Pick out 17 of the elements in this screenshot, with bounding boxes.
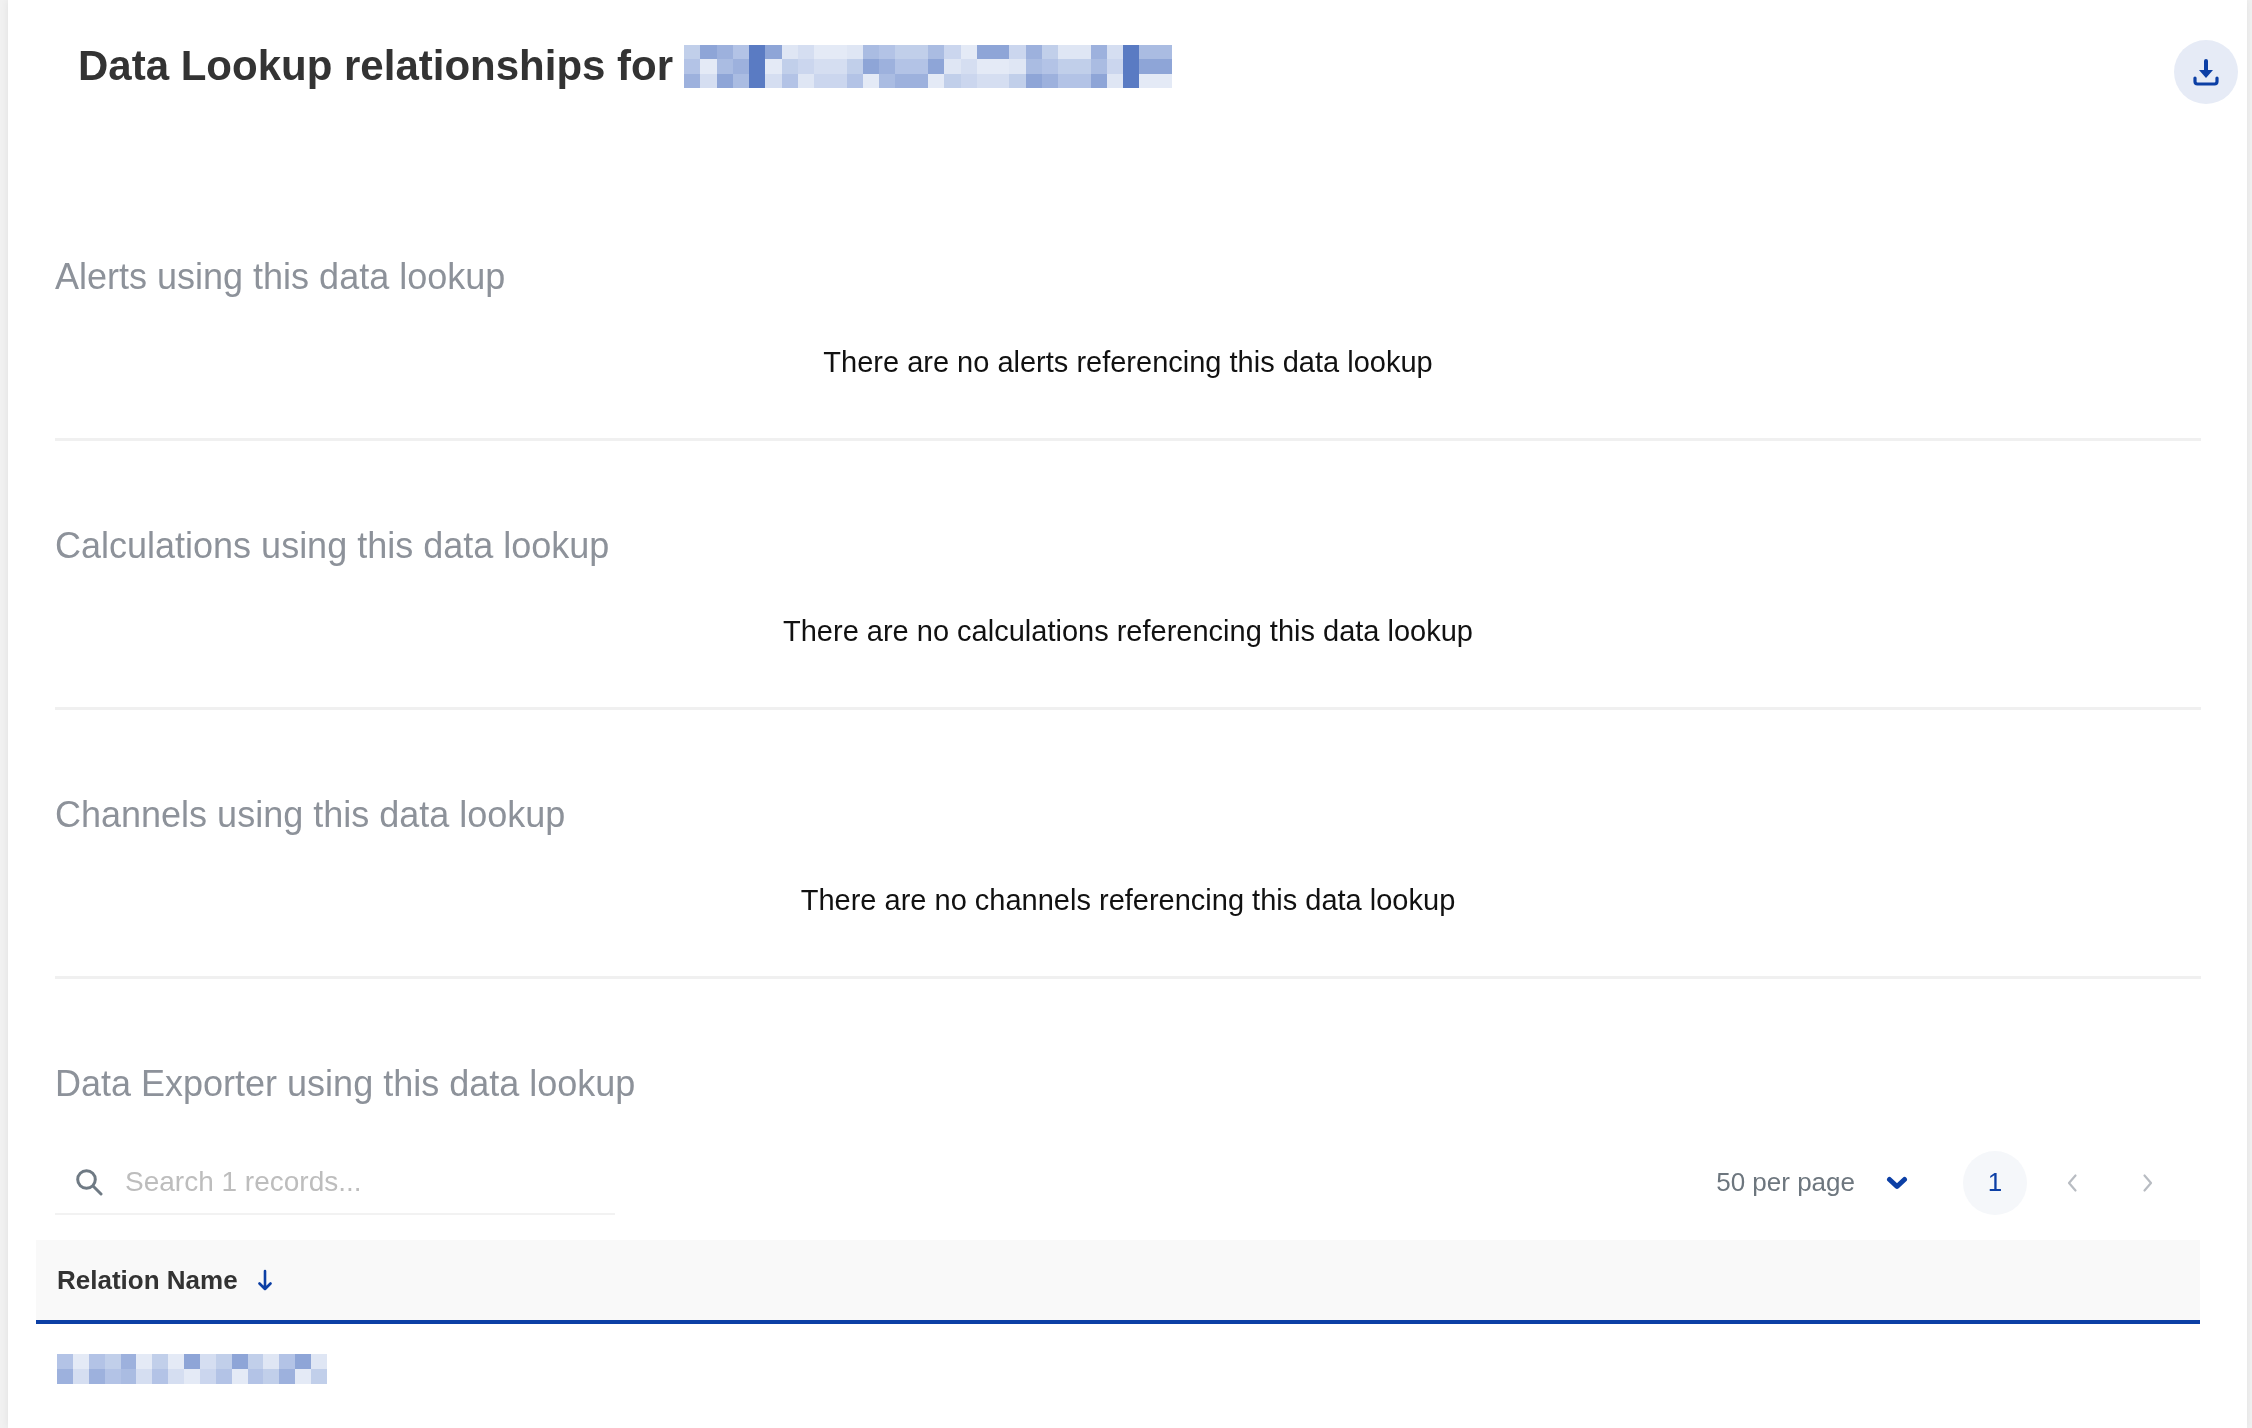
chevron-left-icon	[2066, 1172, 2078, 1193]
section-heading: Data Exporter using this data lookup	[55, 1062, 636, 1106]
download-icon	[2193, 58, 2219, 86]
chevron-down-icon	[1886, 1175, 1908, 1190]
per-page-select[interactable]: 50 per page	[1716, 1150, 1908, 1215]
empty-state-message: There are no alerts referencing this data lookup	[823, 345, 1433, 380]
page-button[interactable]: 1	[1963, 1150, 2027, 1215]
chevron-right-icon	[2142, 1172, 2154, 1193]
section-heading: Calculations using this data lookup	[55, 524, 610, 568]
search-field[interactable]: Search 1 records...	[55, 1150, 615, 1215]
section-heading: Alerts using this data lookup	[55, 255, 506, 299]
empty-state-message: There are no calculations referencing this data lookup	[783, 614, 1473, 649]
section-heading: Channels using this data lookup	[55, 793, 566, 837]
empty-state-message: There are no channels referencing this data lookup	[800, 883, 1456, 918]
search-icon	[75, 1168, 103, 1196]
page-title: Data Lookup relationships for	[78, 41, 674, 91]
column-header[interactable]: Relation Name	[36, 1240, 287, 1320]
